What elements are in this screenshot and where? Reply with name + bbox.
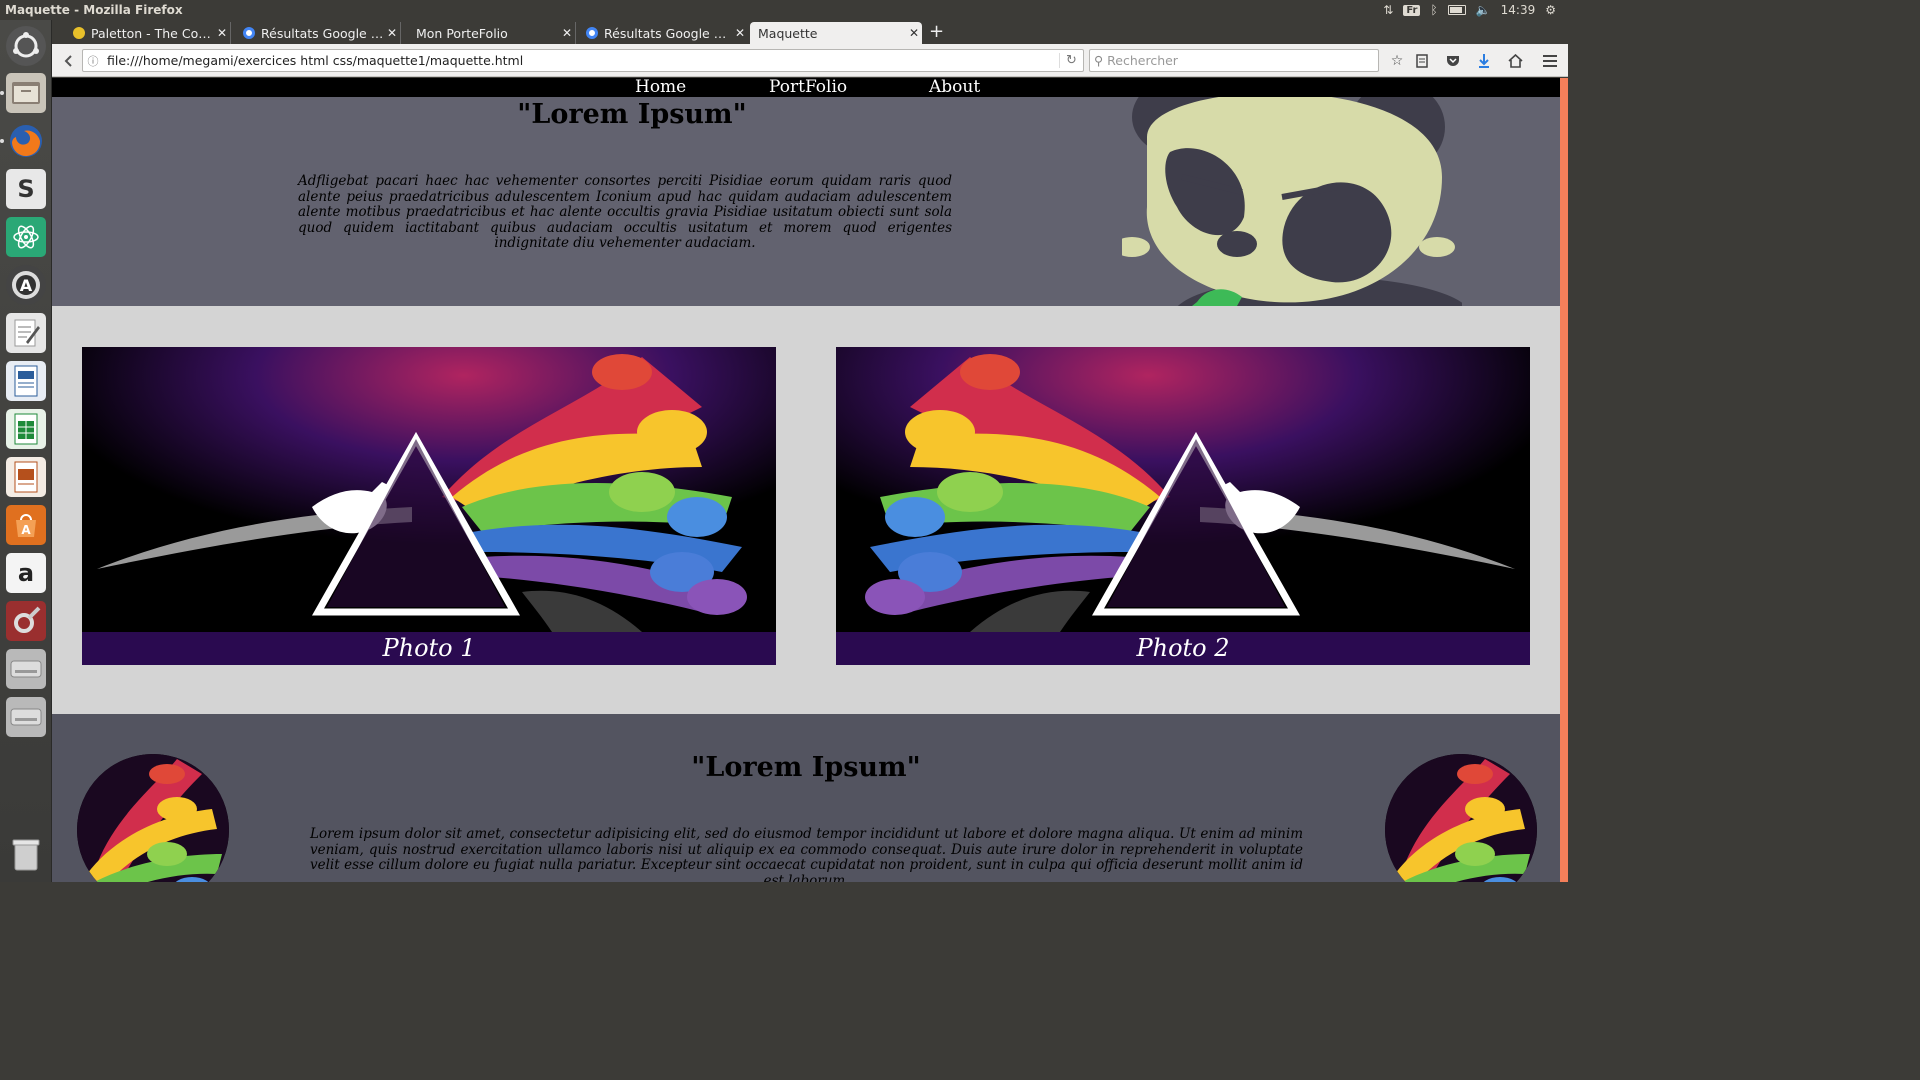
bookmark-star-icon[interactable]: ☆ [1388, 52, 1406, 70]
home-icon[interactable] [1506, 52, 1524, 70]
close-tab-icon[interactable]: ✕ [384, 26, 400, 40]
close-tab-icon[interactable]: ✕ [906, 26, 922, 40]
tab-maquette[interactable]: Maquette ✕ [750, 22, 922, 44]
system-top-bar: Maquette - Mozilla Firefox ⇅ Fr ᛒ 🔈 14:3… [0, 0, 1568, 20]
ubuntu-dash-icon[interactable] [6, 26, 46, 66]
amazon-icon[interactable]: a [6, 553, 46, 593]
url-bar[interactable]: ⓘ file:///home/megami/exercices html css… [82, 49, 1084, 72]
text-editor-icon[interactable] [6, 313, 46, 353]
tab-paletton[interactable]: Paletton - The Color... ✕ [65, 22, 231, 44]
files-icon[interactable] [6, 73, 46, 113]
lower-title: "Lorem Ipsum" [691, 752, 921, 783]
ubuntu-software-icon[interactable]: A [6, 505, 46, 545]
tab-google-results-2[interactable]: Résultats Google Re... ✕ [578, 22, 748, 44]
browser-navigation-bar: ⓘ file:///home/megami/exercices html css… [52, 44, 1568, 77]
drive-icon[interactable] [6, 649, 46, 689]
drive-icon[interactable] [6, 697, 46, 737]
photo-card-2[interactable]: Photo 2 [836, 347, 1530, 665]
svg-text:A: A [21, 523, 31, 537]
running-indicator [0, 91, 4, 95]
new-tab-plus-icon[interactable]: + [929, 22, 944, 42]
close-tab-icon[interactable]: ✕ [559, 26, 575, 40]
desktop-screen: Maquette - Mozilla Firefox ⇅ Fr ᛒ 🔈 14:3… [0, 0, 1568, 882]
site-navigation: Home PortFolio About [52, 78, 1560, 97]
page-viewport: Home PortFolio About "Lorem Ipsum" Adfli… [52, 78, 1568, 882]
svg-text:A: A [20, 276, 33, 295]
google-favicon-icon [243, 27, 255, 39]
lower-paragraph: Lorem ipsum dolor sit amet, consectetur … [310, 826, 1303, 882]
nav-link-home[interactable]: Home [635, 78, 686, 97]
clock[interactable]: 14:39 [1501, 3, 1536, 17]
trash-icon[interactable] [6, 834, 46, 874]
paletton-favicon-icon [73, 27, 85, 39]
photo-card-1[interactable]: Photo 1 [82, 347, 776, 665]
back-arrow-icon[interactable] [58, 50, 80, 72]
hero-paragraph: Adfligebat pacari haec hac vehementer co… [298, 173, 952, 251]
circle-thumbnail-left [77, 754, 229, 882]
software-updater-icon[interactable]: A [6, 265, 46, 305]
page-scrollbar-accent[interactable] [1560, 78, 1568, 882]
indicator-area: ⇅ Fr ᛒ 🔈 14:39 ⚙ [1383, 0, 1568, 20]
firefox-icon[interactable] [6, 121, 46, 161]
site-info-icon[interactable]: ⓘ [83, 53, 103, 69]
hamburger-menu-icon[interactable] [1541, 52, 1559, 70]
search-bar[interactable]: ⚲ [1089, 49, 1379, 72]
nav-link-portfolio[interactable]: PortFolio [769, 78, 847, 97]
hero-title: "Lorem Ipsum" [517, 99, 747, 130]
close-tab-icon[interactable]: ✕ [214, 26, 230, 40]
reading-list-icon[interactable] [1413, 52, 1431, 70]
photo-gallery: Photo 1 Photo 2 [52, 306, 1560, 714]
network-icon[interactable]: ⇅ [1383, 3, 1393, 17]
running-indicator [0, 139, 4, 143]
battery-icon[interactable] [1447, 5, 1466, 15]
photo-2-image [836, 347, 1530, 632]
lower-section: "Lorem Ipsum" Lorem ipsum dolor sit amet… [52, 714, 1560, 882]
slack-icon[interactable]: S [6, 169, 46, 209]
panda-illustration [1122, 97, 1462, 306]
window-title: Maquette - Mozilla Firefox [5, 3, 183, 17]
close-tab-icon[interactable]: ✕ [732, 26, 748, 40]
libreoffice-calc-icon[interactable] [6, 409, 46, 449]
power-gear-icon[interactable]: ⚙ [1545, 3, 1556, 17]
reload-icon[interactable]: ↻ [1059, 53, 1083, 68]
nav-link-about[interactable]: About [929, 78, 980, 97]
url-text[interactable]: file:///home/megami/exercices html css/m… [103, 53, 1059, 68]
search-magnifier-icon: ⚲ [1094, 53, 1104, 68]
tab-mon-portefolio[interactable]: Mon PorteFolio ✕ [408, 22, 576, 44]
pocket-icon[interactable] [1444, 52, 1462, 70]
tab-google-results-1[interactable]: Résultats Google Re... ✕ [235, 22, 401, 44]
downloads-arrow-icon[interactable] [1475, 52, 1493, 70]
system-settings-icon[interactable] [6, 601, 46, 641]
hero-section: "Lorem Ipsum" Adfligebat pacari haec hac… [52, 97, 1560, 306]
bluetooth-icon[interactable]: ᛒ [1430, 3, 1437, 17]
libreoffice-writer-icon[interactable] [6, 361, 46, 401]
browser-tab-strip: Paletton - The Color... ✕ Résultats Goog… [52, 20, 1568, 44]
circle-thumbnail-right [1385, 754, 1537, 882]
photo-1-caption: Photo 1 [82, 632, 776, 665]
libreoffice-impress-icon[interactable] [6, 457, 46, 497]
volume-icon[interactable]: 🔈 [1476, 3, 1491, 17]
unity-launcher: S A A a [0, 20, 52, 882]
keyboard-layout-indicator[interactable]: Fr [1403, 4, 1421, 16]
google-favicon-icon [586, 27, 598, 39]
search-input[interactable] [1107, 53, 1368, 68]
atom-icon[interactable] [6, 217, 46, 257]
photo-2-caption: Photo 2 [836, 632, 1530, 665]
photo-1-image [82, 347, 776, 632]
